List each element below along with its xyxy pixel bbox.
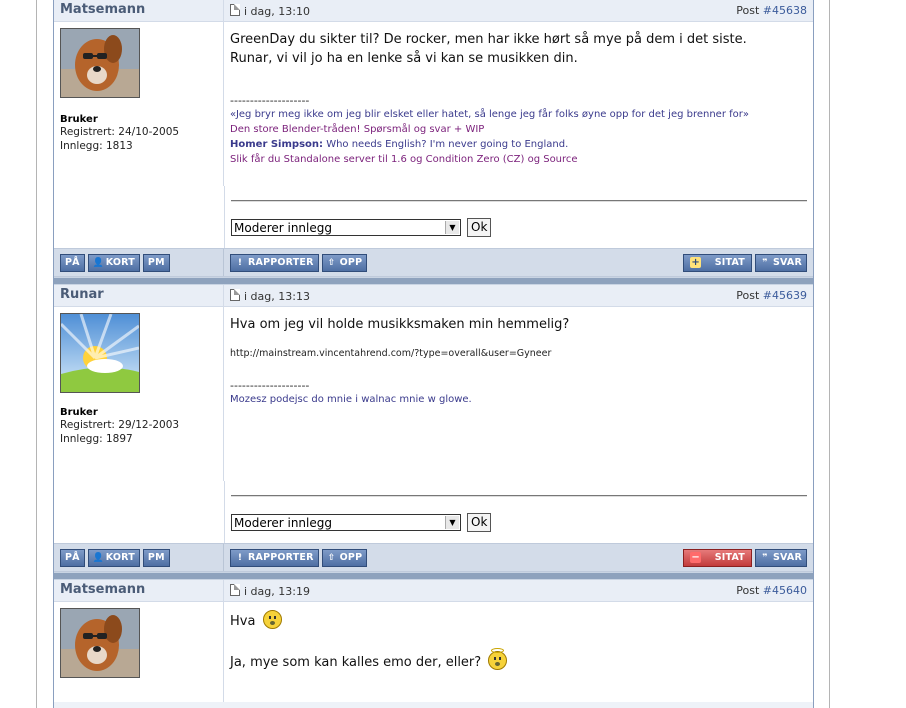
report-button[interactable]: ! RAPPORTER — [230, 548, 319, 567]
online-button[interactable]: PÅ — [60, 548, 85, 567]
post-text: Ja, mye som kan kalles emo der, eller? — [230, 655, 482, 670]
document-icon — [230, 288, 240, 301]
registered-date: Registrert: 29/12-2003 — [60, 419, 180, 431]
reply-button[interactable]: ❞ SVAR — [754, 253, 807, 272]
online-button[interactable]: PÅ — [60, 253, 85, 272]
reply-button[interactable]: ❞ SVAR — [754, 548, 807, 567]
up-button[interactable]: ⇧ OPP — [321, 253, 368, 272]
signature-quote: «Jeg bryr meg ikke om jeg blir elsket el… — [230, 109, 749, 120]
divider — [231, 495, 807, 497]
post-number-link[interactable]: #45639 — [763, 289, 807, 302]
document-icon — [230, 3, 240, 16]
pm-button[interactable]: PM — [142, 253, 170, 272]
author-name[interactable]: Matsemann — [54, 580, 224, 601]
post-number-link[interactable]: #45638 — [763, 4, 807, 17]
signature-link[interactable]: Slik får du Standalone server til 1.6 og… — [230, 152, 807, 167]
post-label: Post — [736, 584, 763, 597]
warning-icon: ! — [237, 257, 243, 268]
arrow-up-icon: ⇧ — [327, 257, 336, 268]
post-time: i dag, 13:13 — [244, 289, 310, 303]
minus-icon: − — [690, 552, 702, 563]
signature-separator: -------------------- — [230, 94, 310, 107]
user-rank: Bruker — [60, 407, 98, 418]
quote-icon: ❞ — [762, 552, 768, 563]
moderate-select[interactable]: Moderer innlegg ▼ — [231, 219, 461, 236]
pm-button[interactable]: PM — [142, 548, 170, 567]
page-frame: Matsemann i dag, 13:10 Post #45638 Bruke… — [36, 0, 830, 708]
signature-quote-author: Homer Simpson: — [230, 139, 324, 150]
moderate-select[interactable]: Moderer innlegg ▼ — [231, 514, 461, 531]
chevron-down-icon: ▼ — [445, 221, 459, 234]
post-count: Innlegg: 1813 — [60, 140, 133, 152]
post-time: i dag, 13:10 — [244, 4, 310, 18]
surprised-smiley-icon — [262, 610, 282, 629]
up-button[interactable]: ⇧ OPP — [321, 548, 368, 567]
post-count: Innlegg: 1897 — [60, 433, 133, 445]
post-separator — [54, 572, 813, 580]
document-icon — [230, 583, 240, 596]
post-time: i dag, 13:19 — [244, 584, 310, 598]
dog-avatar-icon — [60, 28, 140, 98]
multiquote-remove-button[interactable]: − SITAT — [683, 548, 752, 567]
post-text-line: Runar, vi vil jo ha en lenke så vi kan s… — [230, 51, 578, 66]
author-name[interactable]: Runar — [54, 285, 224, 306]
ok-button[interactable]: Ok — [467, 513, 492, 532]
quote-icon: ❞ — [762, 257, 768, 268]
post-text-line: GreenDay du sikter til? De rocker, men h… — [230, 32, 747, 47]
arrow-up-icon: ⇧ — [327, 552, 336, 563]
ok-button[interactable]: Ok — [467, 218, 492, 237]
divider — [231, 200, 807, 202]
multiquote-add-button[interactable]: + SITAT — [683, 253, 752, 272]
post-45638: Matsemann i dag, 13:10 Post #45638 Bruke… — [54, 0, 813, 285]
post-url: http://mainstream.vincentahrend.com/?typ… — [230, 348, 552, 359]
warning-icon: ! — [237, 552, 243, 563]
report-button[interactable]: ! RAPPORTER — [230, 253, 319, 272]
user-rank: Bruker — [60, 114, 98, 125]
forum-thread: Matsemann i dag, 13:10 Post #45638 Bruke… — [53, 0, 814, 708]
plus-icon: + — [690, 257, 702, 268]
post-45639: Runar i dag, 13:13 Post #45639 Bruker Re… — [54, 285, 813, 580]
author-name[interactable]: Matsemann — [54, 0, 224, 21]
post-text: Hva — [230, 614, 256, 629]
post-number-link[interactable]: #45640 — [763, 584, 807, 597]
post-45640: Matsemann i dag, 13:19 Post #45640 Hva J… — [54, 580, 813, 702]
signature-link[interactable]: Den store Blender-tråden! Spørsmål og sv… — [230, 122, 807, 137]
signature-quote-text: Who needs English? I'm never going to En… — [323, 139, 569, 150]
dog-avatar-icon — [60, 608, 140, 678]
angel-smiley-icon — [488, 648, 508, 670]
post-separator — [54, 277, 813, 285]
signature-separator: -------------------- — [230, 379, 310, 392]
post-text: Hva om jeg vil holde musikksmaken min he… — [230, 317, 570, 332]
post-label: Post — [736, 4, 763, 17]
signature-text: Mozesz podejsc do mnie i walnac mnie w g… — [230, 394, 472, 405]
profile-card-button[interactable]: 👤 KORT — [87, 253, 140, 272]
registered-date: Registrert: 24/10-2005 — [60, 126, 180, 138]
user-icon: 👤 — [92, 552, 105, 563]
profile-card-button[interactable]: 👤 KORT — [87, 548, 140, 567]
chevron-down-icon: ▼ — [445, 516, 459, 529]
user-icon: 👤 — [92, 257, 105, 268]
post-label: Post — [736, 289, 763, 302]
sun-avatar-icon — [60, 313, 140, 393]
